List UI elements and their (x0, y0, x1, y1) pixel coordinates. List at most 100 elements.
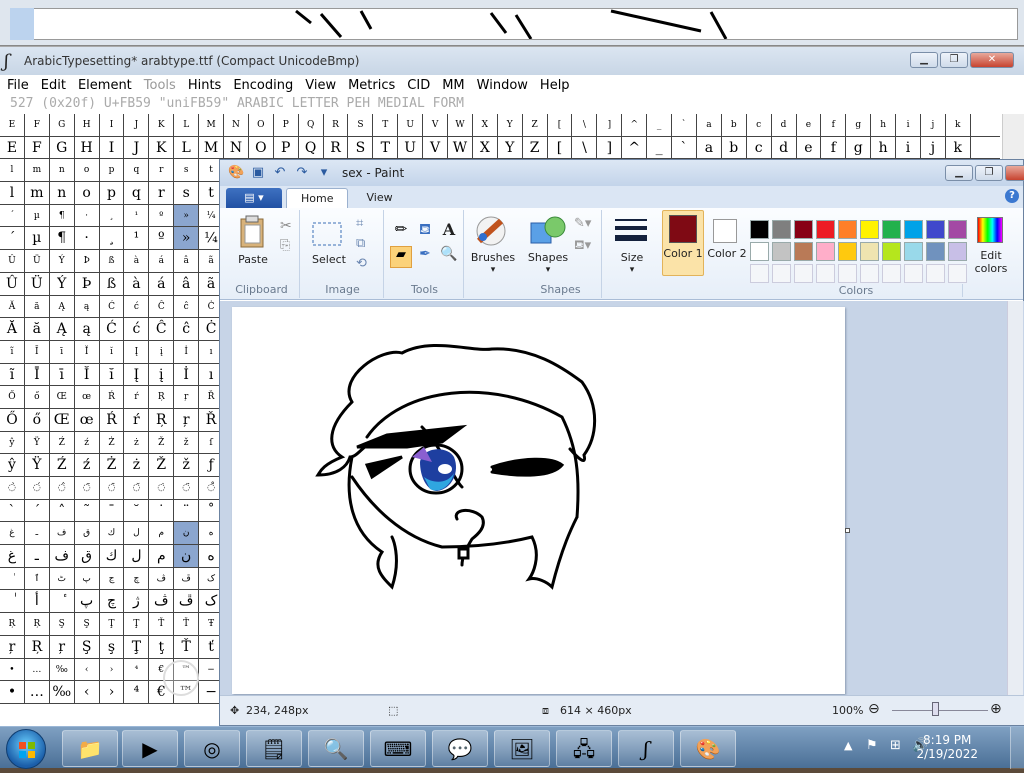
glyph-cell[interactable]: ĭ (100, 363, 125, 386)
shapes-button[interactable]: Shapes ▾ (524, 212, 570, 282)
glyph-cell[interactable]: R (324, 114, 349, 136)
tray-flag-icon[interactable]: ⚑ (866, 738, 878, 753)
glyph-cell[interactable]: [ (548, 114, 573, 136)
glyph-cell[interactable]: ă (25, 318, 50, 340)
glyph-cell[interactable]: n (50, 182, 75, 204)
glyph-cell[interactable]: ـ (25, 522, 50, 545)
glyph-cell[interactable]: ‹ (75, 681, 100, 703)
glyph-cell[interactable]: h (871, 136, 897, 159)
glyph-cell[interactable]: Ž (149, 454, 175, 476)
glyph-cell[interactable]: ţ (149, 635, 175, 658)
maximize-button[interactable]: ❐ (940, 52, 968, 68)
glyph-cell[interactable]: ĭ (100, 340, 125, 363)
glyph-cell[interactable]: J (124, 114, 150, 136)
glyph-cell[interactable]: œ (75, 386, 100, 408)
menu-window[interactable]: Window (477, 78, 528, 93)
glyph-cell[interactable]: T (373, 136, 399, 159)
palette-swatch[interactable] (816, 242, 835, 261)
glyph-cell[interactable]: ف (50, 545, 75, 567)
glyph-cell[interactable]: İ (174, 340, 200, 363)
glyph-cell[interactable]: ٱ (25, 567, 50, 590)
glyph-cell[interactable]: Ţ (124, 613, 150, 635)
glyph-cell[interactable]: Þ (75, 272, 100, 295)
glyph-cell[interactable]: م (149, 522, 175, 545)
glyph-cell[interactable]: ڃ (100, 567, 125, 590)
qat-dropdown-icon[interactable]: ▾ (316, 165, 332, 181)
glyph-cell[interactable]: ] (597, 136, 623, 159)
glyph-cell[interactable]: Q (299, 114, 324, 136)
menu-file[interactable]: File (7, 78, 29, 93)
glyph-cell[interactable]: Œ (50, 386, 75, 408)
glyph-cell[interactable]: ĉ (174, 295, 200, 318)
palette-swatch[interactable] (926, 220, 945, 239)
glyph-cell[interactable]: µ (25, 204, 50, 227)
glyph-cell[interactable]: i (896, 114, 921, 136)
help-icon[interactable]: ? (1005, 189, 1019, 203)
eraser-icon[interactable]: ▰ (390, 246, 412, 268)
glyph-cell[interactable]: ٰ (0, 590, 25, 613)
glyph-cell[interactable]: l (0, 159, 25, 182)
glyph-cell[interactable]: Ź (50, 431, 75, 454)
zoom-out-button[interactable]: ⊖ (868, 701, 880, 717)
glyph-cell[interactable]: ◌̄ (100, 477, 125, 499)
glyph-cell[interactable]: Ő (0, 386, 25, 408)
glyph-cell[interactable]: ć (124, 318, 150, 340)
size-button[interactable]: Size ▾ (608, 212, 654, 282)
cut-icon[interactable]: ✂ (280, 218, 292, 234)
glyph-cell[interactable]: غ (0, 545, 25, 567)
glyph-cell[interactable]: ¯ (100, 499, 125, 522)
glyph-cell[interactable]: Û (0, 272, 25, 295)
glyph-cell[interactable]: ◌̀ (0, 477, 25, 499)
taskbar-photos[interactable]: 🖼 (494, 730, 550, 767)
glyph-cell[interactable]: Ý (50, 272, 75, 295)
glyph-cell[interactable]: ◌̂ (50, 477, 75, 499)
glyph-cell[interactable]: ڤ (149, 590, 175, 613)
resize-icon[interactable]: ⧉ (356, 236, 365, 251)
glyph-cell[interactable]: ٰ (0, 567, 25, 590)
glyph-cell[interactable]: O (249, 114, 274, 136)
glyph-cell[interactable]: Û (0, 250, 25, 272)
glyph-cell[interactable]: h (871, 114, 897, 136)
glyph-cell[interactable]: ك (100, 545, 125, 567)
glyph-cell[interactable]: ć (124, 295, 150, 318)
glyph-cell[interactable]: ‰ (50, 658, 75, 681)
glyph-cell[interactable]: Ŗ (25, 635, 50, 658)
taskbar-paint[interactable]: 🎨 (680, 730, 736, 767)
glyph-cell[interactable]: d (772, 136, 797, 159)
glyph-cell[interactable]: ß (100, 250, 125, 272)
glyph-cell[interactable]: d (772, 114, 797, 136)
glyph-cell[interactable]: ă (25, 295, 50, 318)
glyph-cell[interactable]: Ĭ (75, 340, 100, 363)
glyph-cell[interactable]: L (174, 114, 200, 136)
glyph-cell[interactable]: ¶ (50, 204, 75, 227)
menu-hints[interactable]: Hints (188, 78, 222, 93)
glyph-cell[interactable]: Ÿ (25, 431, 50, 454)
glyph-cell[interactable]: ˙ (149, 499, 175, 522)
glyph-cell[interactable]: › (100, 681, 125, 703)
palette-custom-swatch[interactable] (750, 264, 769, 283)
glyph-cell[interactable]: c (747, 114, 772, 136)
glyph-cell[interactable]: ◌̆ (124, 477, 150, 499)
glyph-cell[interactable]: l (0, 182, 25, 204)
copy-icon[interactable]: ⎘ (280, 238, 290, 253)
glyph-cell[interactable]: Ť (149, 613, 175, 635)
glyph-cell[interactable]: Ă (0, 318, 25, 340)
taskbar-chrome[interactable]: ◎ (184, 730, 240, 767)
tab-view[interactable]: View (352, 188, 406, 208)
menu-metrics[interactable]: Metrics (348, 78, 395, 93)
crop-icon[interactable]: ⌗ (356, 216, 363, 231)
glyph-cell[interactable]: Ą (50, 318, 75, 340)
palette-swatch[interactable] (838, 242, 857, 261)
palette-swatch[interactable] (772, 242, 791, 261)
palette-swatch[interactable] (948, 220, 967, 239)
undo-icon[interactable]: ↶ (272, 165, 288, 181)
glyph-cell[interactable]: ڤ (149, 567, 175, 590)
glyph-cell[interactable]: º (149, 204, 175, 227)
glyph-cell[interactable]: » (174, 204, 200, 227)
zoom-slider-thumb[interactable] (932, 702, 939, 716)
palette-swatch[interactable] (772, 220, 791, 239)
glyph-cell[interactable]: · (75, 204, 100, 227)
glyph-cell[interactable]: ĩ (0, 340, 25, 363)
glyph-cell[interactable]: ŷ (0, 431, 25, 454)
glyph-cell[interactable]: ŗ (50, 635, 75, 658)
